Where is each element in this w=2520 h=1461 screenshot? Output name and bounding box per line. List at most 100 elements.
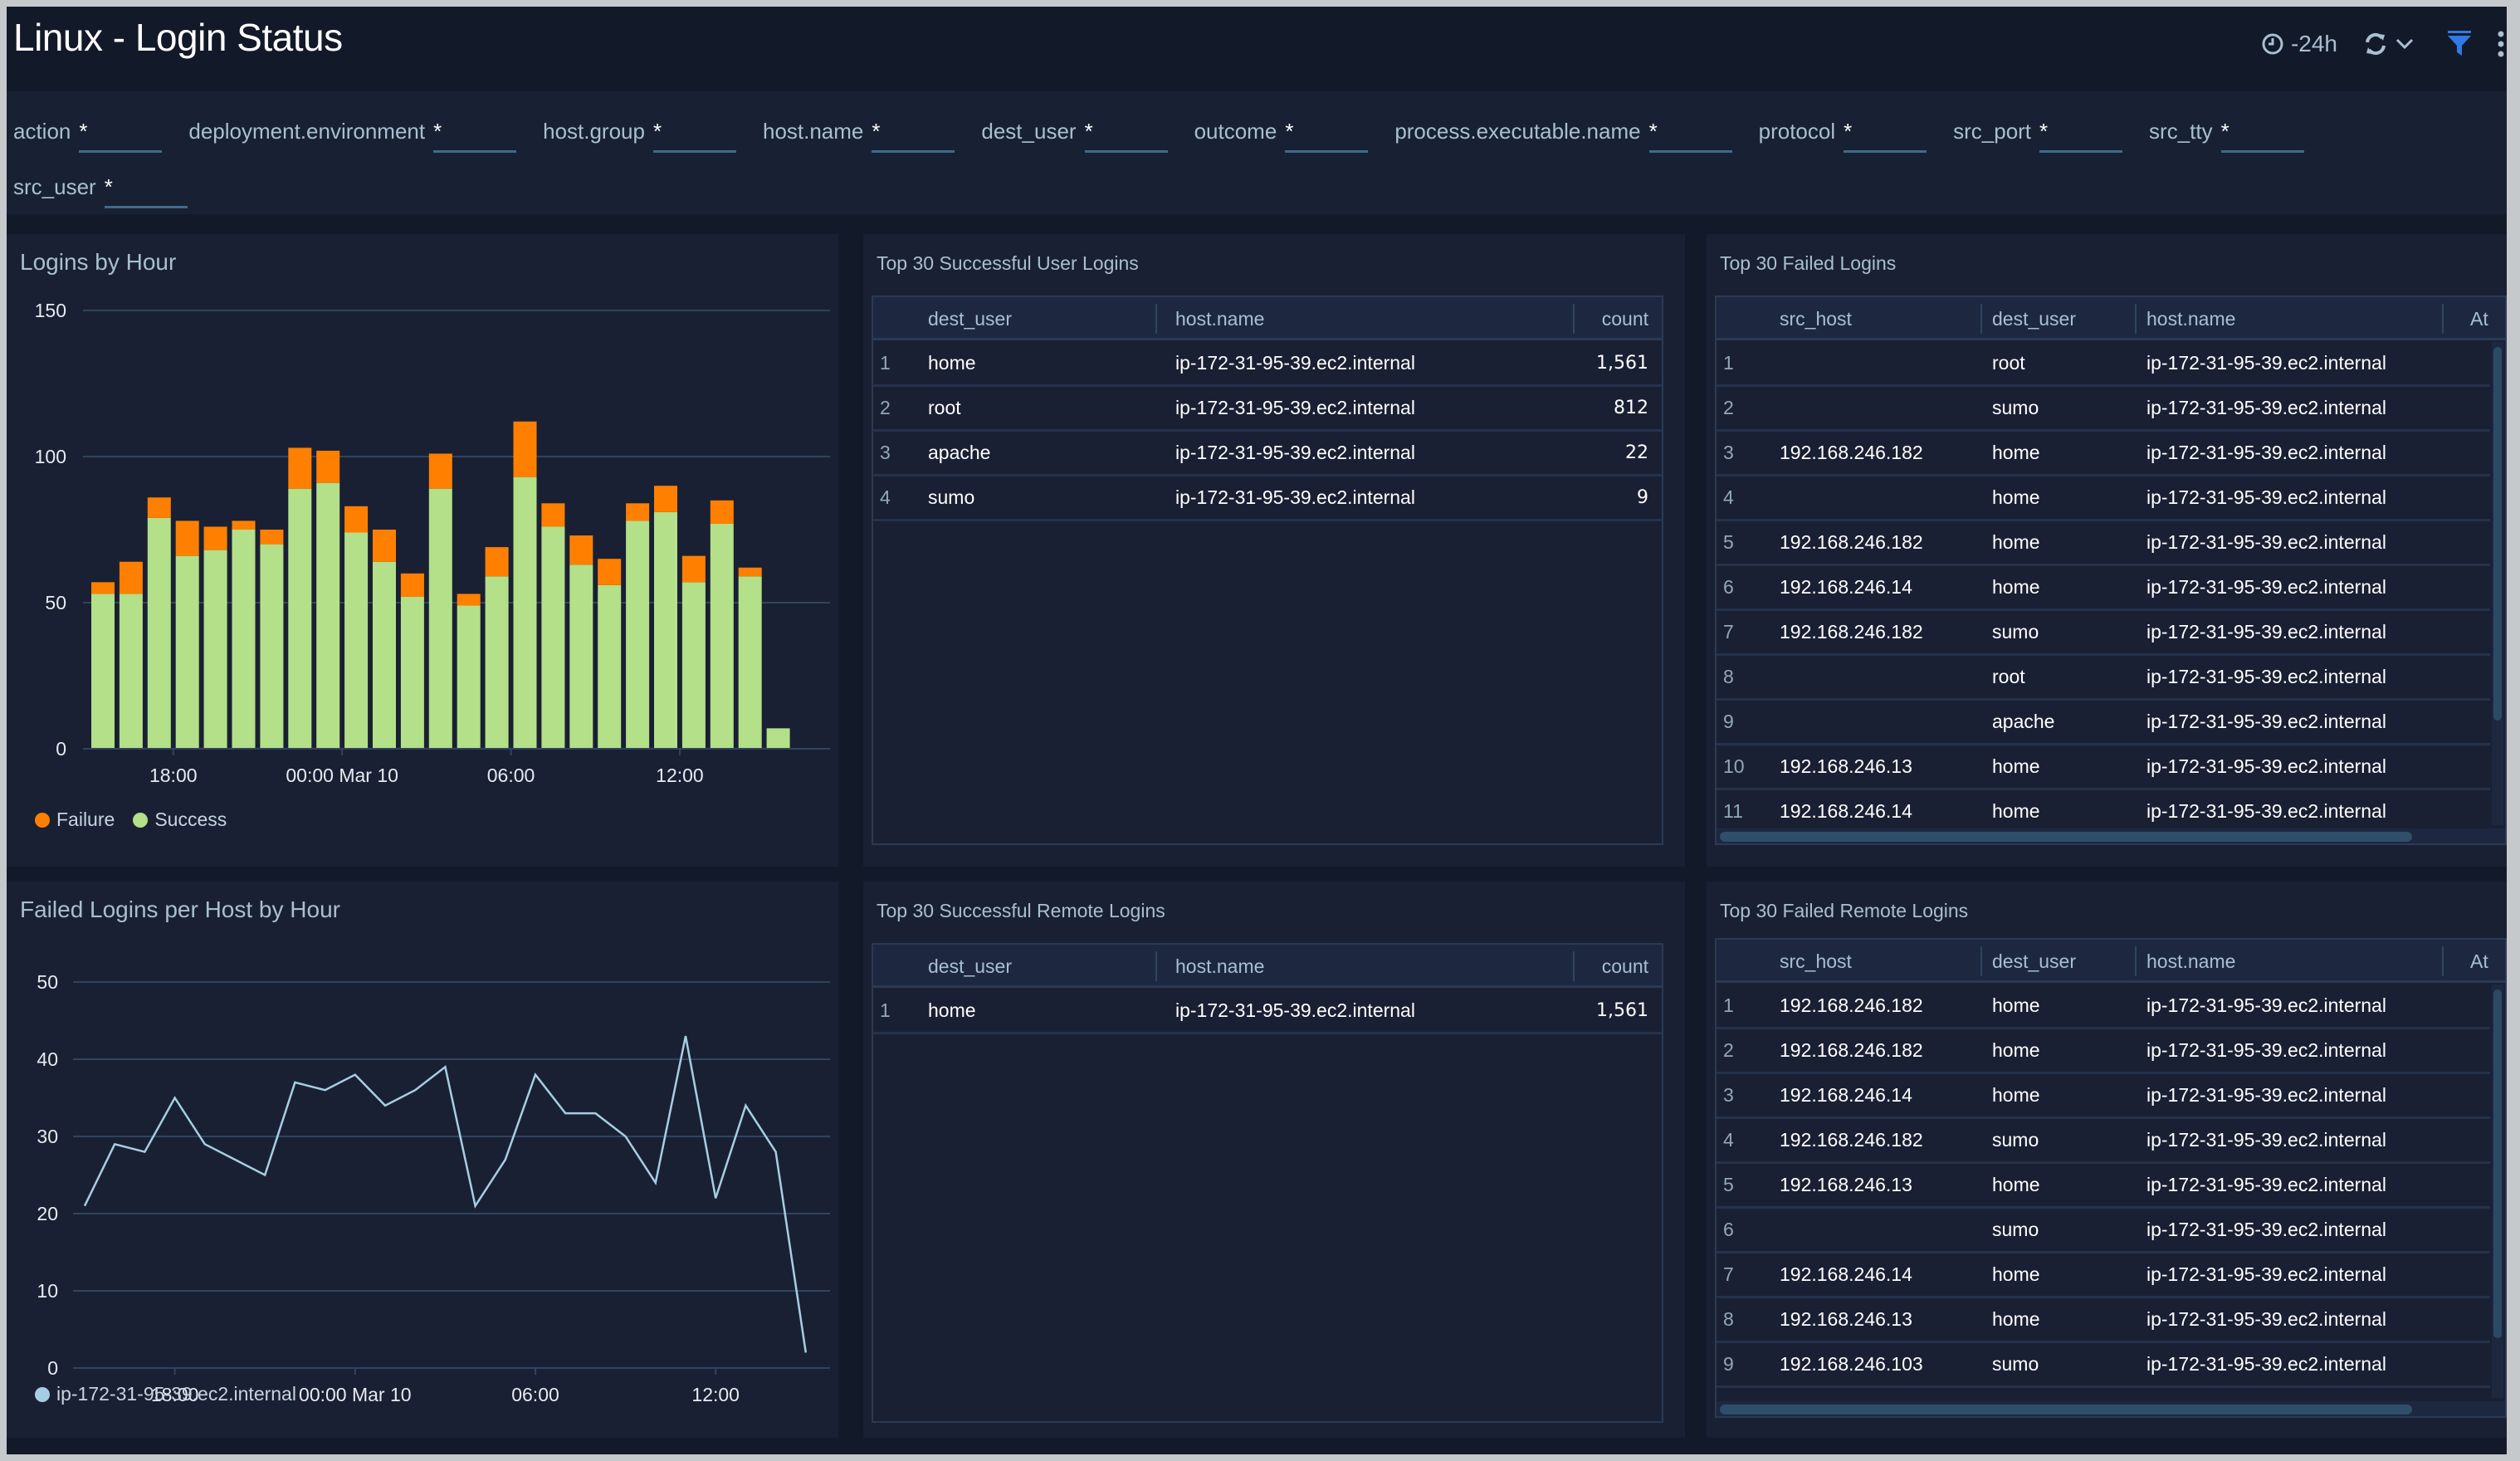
- column-resize-handle[interactable]: [1155, 304, 1157, 334]
- horizontal-scrollbar[interactable]: [1717, 828, 2505, 843]
- legend-item-host[interactable]: ip-172-31-95-39.ec2.internal: [35, 1383, 296, 1405]
- bar-success[interactable]: [91, 594, 115, 749]
- data-point[interactable]: [621, 1131, 631, 1141]
- bar-success[interactable]: [288, 488, 312, 749]
- table-row[interactable]: 4 sumo ip-172-31-95-39.ec2.internal 9: [873, 476, 1662, 521]
- table-row[interactable]: 2 192.168.246.182 home ip-172-31-95-39.ec2.…: [1717, 1029, 2490, 1074]
- bar-success[interactable]: [373, 561, 396, 749]
- bar-failure[interactable]: [681, 555, 706, 583]
- data-point[interactable]: [200, 1139, 210, 1149]
- column-resize-handle[interactable]: [1155, 951, 1157, 981]
- data-point[interactable]: [471, 1201, 481, 1211]
- data-point[interactable]: [651, 1178, 661, 1188]
- bar-success[interactable]: [541, 526, 565, 749]
- data-point[interactable]: [320, 1085, 330, 1095]
- bar-success[interactable]: [513, 476, 537, 749]
- filter-toggle-button[interactable]: [2447, 31, 2472, 57]
- bar-success[interactable]: [428, 488, 452, 749]
- bar-success[interactable]: [344, 532, 369, 749]
- table-row[interactable]: 3 192.168.246.14 home ip-172-31-95-39.ec2.i…: [1717, 1074, 2490, 1119]
- column-header-src-host[interactable]: src_host: [1780, 297, 1852, 340]
- bar-failure[interactable]: [569, 535, 593, 565]
- data-point[interactable]: [380, 1101, 390, 1111]
- bar-success[interactable]: [260, 544, 284, 749]
- table-row[interactable]: 9 192.168.246.103 sumo ip-172-31-95-39.ec2.…: [1717, 1343, 2490, 1388]
- column-header-host-name[interactable]: host.name: [1175, 945, 1264, 988]
- data-point[interactable]: [410, 1085, 420, 1095]
- table-row[interactable]: 9 apache ip-172-31-95-39.ec2.internal: [1717, 701, 2490, 745]
- bar-success[interactable]: [457, 605, 481, 749]
- bar-failure[interactable]: [400, 573, 424, 597]
- data-point[interactable]: [230, 1155, 240, 1165]
- data-point[interactable]: [771, 1147, 781, 1157]
- data-point[interactable]: [139, 1147, 149, 1157]
- column-header-at[interactable]: At: [2470, 940, 2488, 983]
- horizontal-scrollbar[interactable]: [1717, 1401, 2505, 1416]
- data-point[interactable]: [560, 1108, 570, 1118]
- column-resize-handle[interactable]: [2442, 946, 2444, 976]
- filter-input[interactable]: *: [872, 115, 955, 153]
- column-header-dest-user[interactable]: dest_user: [1992, 297, 2076, 340]
- filter-input[interactable]: *: [1844, 115, 1927, 153]
- vertical-scrollbar[interactable]: [2492, 342, 2503, 825]
- table-row[interactable]: 4 192.168.246.182 sumo ip-172-31-95-39.ec2.…: [1717, 1119, 2490, 1164]
- column-header-dest-user[interactable]: dest_user: [928, 297, 1012, 340]
- column-header-host-name[interactable]: host.name: [2146, 940, 2235, 983]
- bar-failure[interactable]: [119, 561, 143, 594]
- bar-success[interactable]: [681, 582, 706, 749]
- data-point[interactable]: [530, 1070, 540, 1080]
- column-header-host-name[interactable]: host.name: [2146, 297, 2235, 340]
- column-resize-handle[interactable]: [1980, 304, 1982, 334]
- bar-success[interactable]: [710, 523, 734, 749]
- filter-input[interactable]: *: [433, 115, 517, 153]
- data-point[interactable]: [440, 1062, 450, 1072]
- data-point[interactable]: [740, 1101, 750, 1111]
- legend-item-success[interactable]: Success: [133, 809, 227, 831]
- table-row[interactable]: 4 home ip-172-31-95-39.ec2.internal: [1717, 476, 2490, 521]
- bar-failure[interactable]: [232, 520, 256, 530]
- data-point[interactable]: [350, 1070, 360, 1080]
- column-header-at[interactable]: At: [2470, 297, 2488, 340]
- data-point[interactable]: [590, 1108, 600, 1118]
- bar-success[interactable]: [175, 555, 199, 749]
- column-resize-handle[interactable]: [2135, 304, 2137, 334]
- bar-success[interactable]: [569, 564, 593, 749]
- bar-success[interactable]: [738, 576, 762, 749]
- table-row[interactable]: 5 192.168.246.13 home ip-172-31-95-39.ec2.i…: [1717, 1164, 2490, 1209]
- column-resize-handle[interactable]: [2442, 304, 2444, 334]
- legend-item-failure[interactable]: Failure: [35, 809, 115, 831]
- bar-failure[interactable]: [598, 559, 622, 585]
- column-header-count[interactable]: count: [1602, 297, 1648, 340]
- bar-failure[interactable]: [710, 500, 734, 524]
- horizontal-scrollbar-thumb[interactable]: [1720, 1405, 2412, 1415]
- bar-success[interactable]: [598, 584, 622, 749]
- bar-failure[interactable]: [147, 497, 171, 518]
- data-point[interactable]: [170, 1093, 180, 1103]
- bar-failure[interactable]: [288, 447, 312, 489]
- bar-failure[interactable]: [344, 506, 369, 533]
- table-row[interactable]: 6 sumo ip-172-31-95-39.ec2.internal: [1717, 1209, 2490, 1253]
- column-header-dest-user[interactable]: dest_user: [1992, 940, 2076, 983]
- column-header-dest-user[interactable]: dest_user: [928, 945, 1012, 988]
- table-row[interactable]: 8 192.168.246.13 home ip-172-31-95-39.ec2.i…: [1717, 1298, 2490, 1343]
- bar-failure[interactable]: [428, 453, 452, 489]
- bar-failure[interactable]: [738, 567, 762, 577]
- table-row[interactable]: 7 192.168.246.182 sumo ip-172-31-95-39.ec2.…: [1717, 611, 2490, 656]
- table-row[interactable]: 5 192.168.246.182 home ip-172-31-95-39.ec2.…: [1717, 521, 2490, 566]
- vertical-scrollbar[interactable]: [2492, 985, 2503, 1398]
- data-point[interactable]: [501, 1155, 510, 1165]
- horizontal-scrollbar-thumb[interactable]: [1720, 832, 2412, 842]
- bar-failure[interactable]: [654, 486, 677, 512]
- bar-success[interactable]: [316, 482, 340, 749]
- bar-success[interactable]: [147, 517, 171, 749]
- column-header-host-name[interactable]: host.name: [1175, 297, 1264, 340]
- table-row[interactable]: 8 root ip-172-31-95-39.ec2.internal: [1717, 656, 2490, 701]
- bar-success[interactable]: [654, 511, 677, 749]
- data-point[interactable]: [80, 1201, 90, 1211]
- bar-success[interactable]: [766, 728, 790, 749]
- bar-success[interactable]: [119, 594, 143, 749]
- vertical-scrollbar-thumb[interactable]: [2493, 989, 2502, 1338]
- bar-failure[interactable]: [373, 530, 396, 562]
- bar-success[interactable]: [232, 530, 256, 749]
- table-row[interactable]: 1 root ip-172-31-95-39.ec2.internal: [1717, 342, 2490, 387]
